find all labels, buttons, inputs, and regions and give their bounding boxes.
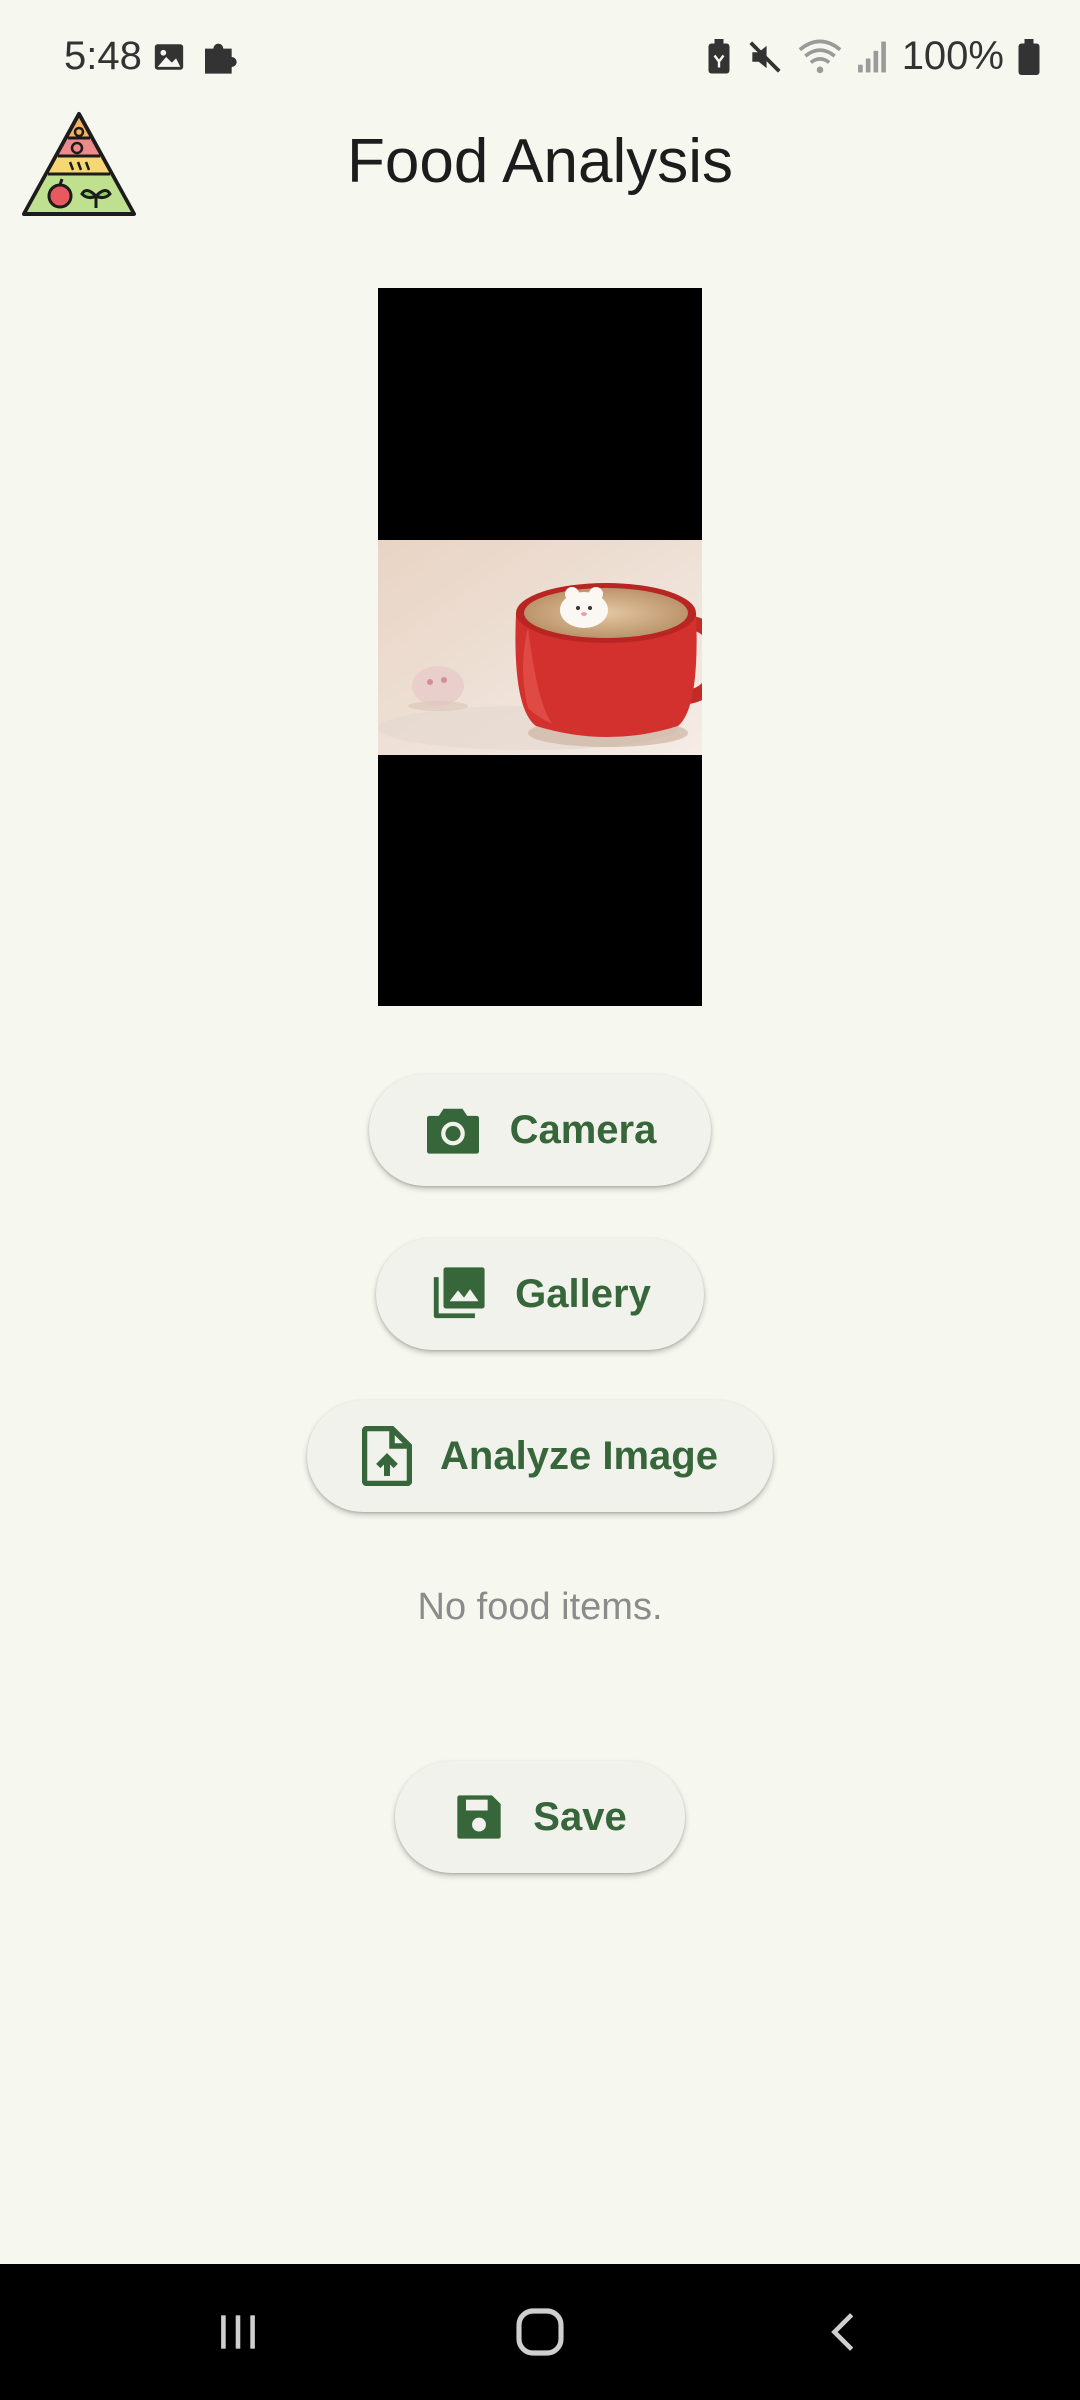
- home-button[interactable]: [490, 2294, 590, 2370]
- gallery-button[interactable]: Gallery: [376, 1238, 704, 1350]
- back-icon: [831, 2313, 854, 2351]
- save-icon: [453, 1791, 505, 1843]
- system-nav-bar: [0, 2264, 1080, 2400]
- save-button[interactable]: Save: [395, 1761, 685, 1873]
- analyze-image-button[interactable]: Analyze Image: [307, 1400, 773, 1512]
- app-bar: Food Analysis: [0, 110, 1080, 230]
- battery-percent: 100%: [901, 34, 1004, 78]
- photo-library-icon: [429, 1265, 487, 1323]
- upload-file-icon: [362, 1426, 413, 1486]
- recent-apps-button[interactable]: [188, 2294, 288, 2370]
- wifi-icon: [798, 39, 842, 73]
- gallery-button-label: Gallery: [515, 1271, 651, 1316]
- mute-icon: [749, 40, 781, 73]
- camera-icon: [424, 1104, 482, 1156]
- image-preview: [378, 288, 702, 1006]
- camera-button-label: Camera: [509, 1107, 657, 1152]
- status-bar: 5:48 100%: [0, 0, 1080, 110]
- signal-icon: [857, 41, 886, 72]
- camera-button[interactable]: Camera: [369, 1074, 711, 1186]
- image-icon: [154, 44, 184, 70]
- battery-icon: [1018, 38, 1040, 75]
- empty-results-text: No food items.: [417, 1586, 663, 1628]
- battery-saver-icon: [708, 38, 730, 73]
- save-button-label: Save: [533, 1794, 627, 1839]
- status-left-icons: [152, 36, 240, 78]
- status-time: 5:48: [64, 34, 142, 78]
- recent-apps-icon: [221, 2315, 255, 2349]
- analyze-image-button-label: Analyze Image: [440, 1433, 718, 1478]
- status-right-icons: 100%: [706, 34, 1040, 79]
- food-photo: [378, 540, 702, 755]
- page-title: Food Analysis: [347, 127, 733, 196]
- home-icon: [516, 2308, 564, 2356]
- puzzle-icon: [205, 43, 237, 74]
- back-button[interactable]: [794, 2294, 894, 2370]
